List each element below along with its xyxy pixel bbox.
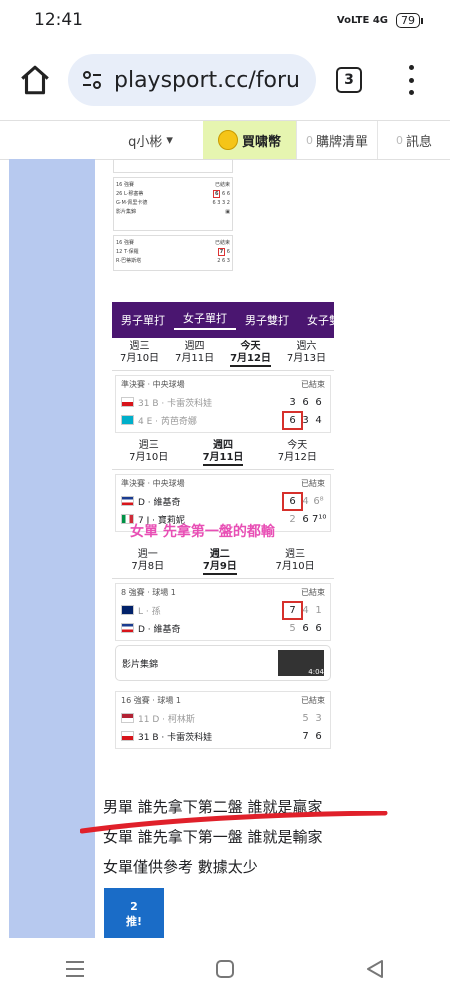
cart-link[interactable]: 0 購牌清單 bbox=[296, 121, 377, 159]
site-header: q小彬 ▾ 買啸幣 0 購牌清單 0 訊息 bbox=[0, 120, 450, 160]
address-bar[interactable]: playsport.cc/foru bbox=[68, 54, 316, 106]
match-card: 16 強賽 · 球場 1 已結束 11 D · 柯林斯 5 3 31 B · 卡雷茨科… bbox=[115, 691, 331, 749]
messages-link[interactable]: 0 訊息 bbox=[377, 121, 450, 159]
caret-down-icon: ▾ bbox=[166, 132, 173, 148]
date-strip: 週三 7月10日 週四 7月11日 今天 7月12日 週六 7月13日 bbox=[112, 338, 334, 371]
highlights-video: 影片集錦 4:04 bbox=[115, 645, 331, 681]
match-card: 準決賽 · 中央球場 已結束 31 B · 卡雷茨科娃 3 6 6 4 E · 芮芭奇娜… bbox=[115, 375, 331, 433]
image-caption-overlay: 女單 先拿第一盤的都輸 bbox=[130, 524, 275, 540]
home-icon[interactable] bbox=[18, 63, 52, 97]
status-bar: 12:41 VoLTE 4G 79 bbox=[0, 0, 450, 40]
more-menu-icon[interactable] bbox=[406, 65, 416, 95]
tennis-category-tabs: 男子單打 女子單打 男子雙打 女子雙 bbox=[112, 302, 334, 338]
system-nav-bar bbox=[0, 938, 450, 1000]
buy-coin-button[interactable]: 買啸幣 bbox=[203, 121, 296, 159]
home-nav-icon[interactable] bbox=[214, 958, 236, 980]
recommend-sticker: 2 推! bbox=[104, 888, 164, 940]
clock: 12:41 bbox=[34, 10, 83, 30]
site-settings-icon[interactable] bbox=[80, 68, 104, 92]
browser-toolbar: playsport.cc/foru 3 bbox=[0, 45, 450, 115]
post-line-2: 女單 誰先拿下第一盤 誰就是輸家 bbox=[103, 828, 323, 846]
network-indicator: VoLTE 4G bbox=[336, 14, 388, 26]
video-thumbnail: 4:04 bbox=[278, 650, 324, 676]
url-text: playsport.cc/foru bbox=[114, 67, 300, 93]
tab-switcher-button[interactable]: 3 bbox=[336, 67, 362, 93]
back-icon[interactable] bbox=[364, 958, 386, 980]
embedded-mini-screenshot: 16 強賽 已結束 26 L·穆塞蒂 6 6 6 G·M·佩里卡德 6 3 3 2 影片集錦… bbox=[113, 159, 233, 271]
battery-icon: 79 bbox=[396, 12, 423, 28]
user-menu[interactable]: q小彬 ▾ bbox=[98, 121, 203, 159]
match-card: 8 強賽 · 球場 1 已結束 L · 孫741 D · 維基奇 5 6 6 bbox=[115, 583, 331, 641]
post-line-3: 女單僅供參考 數據太少 bbox=[103, 858, 258, 876]
coin-icon bbox=[217, 130, 238, 150]
recents-icon[interactable] bbox=[64, 959, 86, 979]
